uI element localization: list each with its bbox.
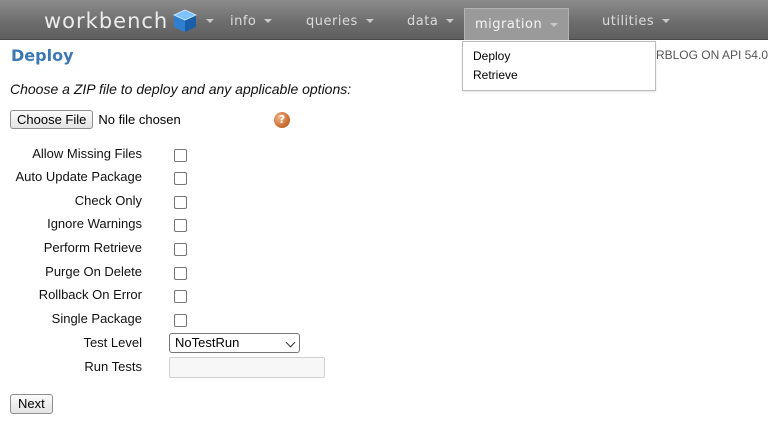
- page-title: Deploy: [11, 46, 74, 65]
- nav-menu-label: migration: [475, 17, 543, 32]
- chevron-down-icon: [662, 19, 671, 23]
- nav-menu-label: data: [407, 13, 439, 29]
- api-info-text: RBLOG ON API 54.0: [656, 48, 768, 62]
- instructions: Choose a ZIP file to deploy and any appl…: [10, 81, 352, 97]
- option-label: Perform Retrieve: [43, 240, 142, 255]
- option-label: Allow Missing Files: [32, 146, 142, 161]
- file-picker: Choose File No file chosen: [10, 110, 181, 129]
- nav-menu-utilities[interactable]: utilities: [602, 10, 671, 32]
- api-info: RBLOG ON API 54.0: [656, 48, 768, 62]
- run-tests-label: Run Tests: [84, 359, 142, 374]
- test-level-label: Test Level: [83, 335, 142, 350]
- ignore-warnings-checkbox[interactable]: [174, 219, 187, 232]
- perform-retrieve-checkbox[interactable]: [174, 243, 187, 256]
- nav-menu-migration[interactable]: migration: [464, 8, 570, 40]
- nav-menu-queries[interactable]: queries: [306, 10, 374, 32]
- chevron-down-icon: [285, 337, 296, 348]
- option-label: Purge On Delete: [45, 264, 142, 279]
- option-label: Auto Update Package: [15, 169, 142, 184]
- nav-menu-label: info: [230, 13, 257, 29]
- check-only-checkbox[interactable]: [174, 196, 187, 209]
- run-tests-input[interactable]: [169, 357, 325, 378]
- allow-missing-files-checkbox[interactable]: [174, 149, 187, 162]
- nav-menu-info[interactable]: info: [230, 10, 273, 32]
- dropdown-item-retrieve[interactable]: Retrieve: [463, 67, 655, 86]
- question-icon[interactable]: ?: [274, 112, 290, 128]
- nav-menu-label: utilities: [602, 13, 655, 29]
- auto-update-package-checkbox[interactable]: [174, 172, 187, 185]
- nav-menu-label: queries: [306, 13, 358, 29]
- purge-on-delete-checkbox[interactable]: [174, 267, 187, 280]
- option-label: Single Package: [51, 311, 142, 326]
- nav-menu-data[interactable]: data: [407, 10, 455, 32]
- migration-dropdown: Deploy Retrieve: [462, 41, 656, 91]
- test-level-value: NoTestRun: [175, 335, 240, 350]
- top-nav-bar: workbench info queries data migration ut…: [0, 0, 768, 40]
- choose-file-button[interactable]: Choose File: [10, 110, 94, 129]
- option-label: Rollback On Error: [38, 287, 142, 302]
- chevron-down-icon: [446, 19, 455, 23]
- test-level-select[interactable]: NoTestRun: [169, 333, 300, 353]
- chevron-down-icon: [550, 22, 559, 27]
- next-button[interactable]: Next: [10, 394, 53, 414]
- brand[interactable]: workbench: [44, 6, 215, 36]
- chevron-down-icon: [206, 19, 215, 23]
- cube-icon: [173, 9, 198, 32]
- brand-name: workbench: [44, 9, 169, 33]
- dropdown-item-deploy[interactable]: Deploy: [463, 48, 655, 67]
- option-label: Check Only: [74, 193, 142, 208]
- option-label: Ignore Warnings: [47, 216, 142, 231]
- chevron-down-icon: [365, 19, 374, 23]
- rollback-on-error-checkbox[interactable]: [174, 290, 187, 303]
- single-package-checkbox[interactable]: [174, 314, 187, 327]
- chevron-down-icon: [264, 19, 273, 23]
- file-status: No file chosen: [98, 112, 181, 127]
